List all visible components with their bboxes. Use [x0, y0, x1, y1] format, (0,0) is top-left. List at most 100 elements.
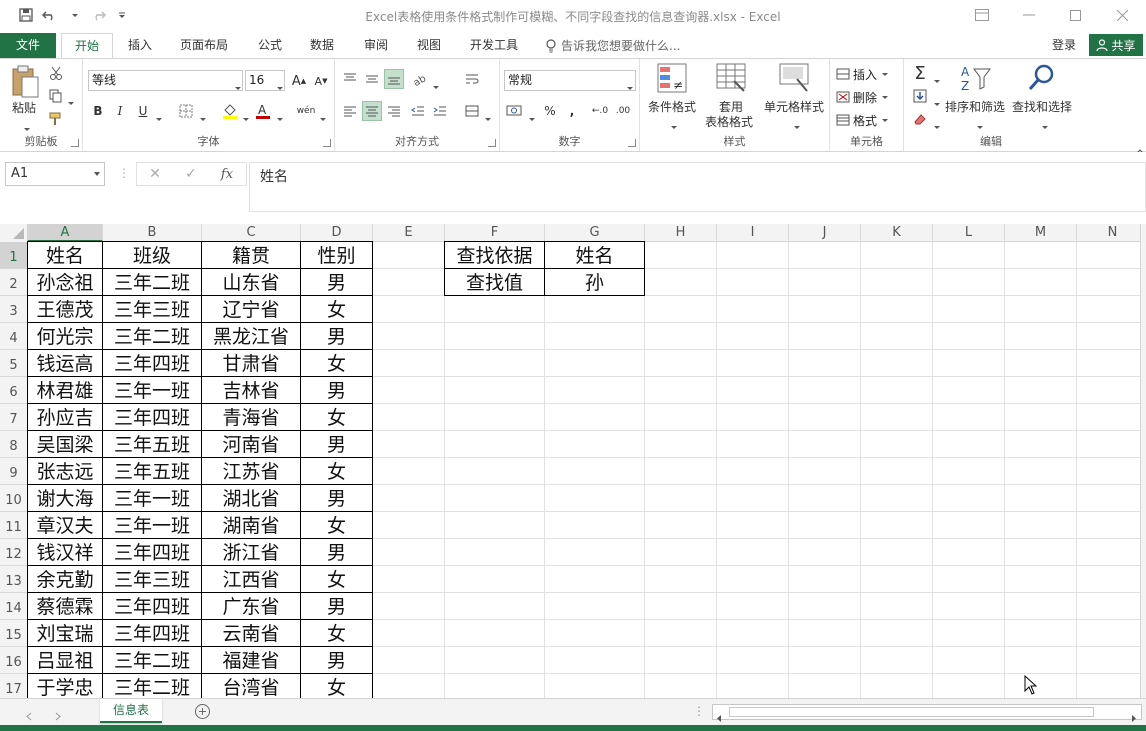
select-all-corner[interactable]: [0, 224, 28, 242]
font-launcher-icon[interactable]: [323, 139, 331, 147]
conditional-formatting-button[interactable]: ≠ 条件格式: [644, 63, 700, 129]
cell-b9[interactable]: 三年五班: [103, 458, 201, 484]
align-center-icon[interactable]: [362, 101, 382, 121]
horizontal-scrollbar[interactable]: [712, 704, 1142, 722]
cell-d13[interactable]: 女: [301, 566, 372, 592]
cell-a12[interactable]: 钱汉祥: [28, 539, 102, 565]
cell-b1[interactable]: 班级: [103, 242, 201, 268]
cell-c1[interactable]: 籍贯: [202, 242, 300, 268]
cell-c5[interactable]: 甘肃省: [202, 350, 300, 376]
cell-d9[interactable]: 女: [301, 458, 372, 484]
format-as-table-button[interactable]: 套用 表格格式: [705, 63, 756, 129]
italic-button[interactable]: I: [110, 101, 130, 121]
cell-b13[interactable]: 三年三班: [103, 566, 201, 592]
row-header-16[interactable]: 16: [0, 647, 28, 674]
cell-c7[interactable]: 青海省: [202, 404, 300, 430]
number-format-select[interactable]: 常规: [504, 70, 636, 91]
row-header-6[interactable]: 6: [0, 377, 28, 404]
vertical-scrollbar[interactable]: [1140, 224, 1146, 698]
tab-review[interactable]: 审阅: [354, 33, 398, 58]
clear-icon[interactable]: [910, 109, 930, 129]
tab-splitter-icon[interactable]: ⋮: [693, 704, 705, 718]
underline-button[interactable]: U: [133, 101, 153, 121]
row-header-13[interactable]: 13: [0, 566, 28, 593]
column-header-n[interactable]: N: [1077, 224, 1140, 242]
insert-cells-button[interactable]: 插入: [836, 64, 889, 84]
row-header-5[interactable]: 5: [0, 350, 28, 377]
column-header-a[interactable]: A: [28, 224, 103, 242]
row-header-3[interactable]: 3: [0, 296, 28, 323]
format-painter-icon[interactable]: [46, 109, 66, 129]
cell-b15[interactable]: 三年四班: [103, 620, 201, 646]
cell-a6[interactable]: 林君雄: [28, 377, 102, 403]
copy-icon[interactable]: [46, 86, 66, 106]
decrease-font-size-icon[interactable]: A ▼: [311, 71, 331, 91]
tab-page-layout[interactable]: 页面布局: [170, 33, 238, 58]
cell-d12[interactable]: 男: [301, 539, 372, 565]
cell-c15[interactable]: 云南省: [202, 620, 300, 646]
row-header-9[interactable]: 9: [0, 458, 28, 485]
cell-g2[interactable]: 孙: [545, 269, 644, 295]
cell-d14[interactable]: 男: [301, 593, 372, 619]
ribbon-display-options-icon[interactable]: [958, 0, 1005, 30]
orientation-icon[interactable]: ab: [411, 69, 431, 89]
sort-filter-button[interactable]: AZ 排序和筛选: [944, 63, 1008, 129]
cell-a7[interactable]: 孙应吉: [28, 404, 102, 430]
scroll-sheet-right-icon[interactable]: [55, 706, 61, 725]
cell-c3[interactable]: 辽宁省: [202, 296, 300, 322]
column-header-f[interactable]: F: [445, 224, 545, 242]
column-header-c[interactable]: C: [202, 224, 301, 242]
column-header-h[interactable]: H: [645, 224, 717, 242]
add-sheet-icon[interactable]: [194, 703, 211, 724]
align-right-icon[interactable]: [384, 101, 404, 121]
decrease-decimal-icon[interactable]: .00: [613, 101, 633, 121]
merge-center-icon[interactable]: [462, 101, 482, 121]
clipboard-launcher-icon[interactable]: [71, 139, 79, 147]
delete-cells-button[interactable]: 删除: [836, 87, 889, 107]
name-box[interactable]: A1: [5, 162, 105, 186]
row-header-8[interactable]: 8: [0, 431, 28, 458]
column-header-k[interactable]: K: [861, 224, 933, 242]
cell-b7[interactable]: 三年四班: [103, 404, 201, 430]
row-header-1[interactable]: 1: [0, 242, 28, 269]
column-header-i[interactable]: I: [717, 224, 789, 242]
align-left-icon[interactable]: [340, 101, 360, 121]
cell-c13[interactable]: 江西省: [202, 566, 300, 592]
cell-c16[interactable]: 福建省: [202, 647, 300, 673]
row-header-12[interactable]: 12: [0, 539, 28, 566]
cell-b17[interactable]: 三年二班: [103, 674, 201, 698]
autosum-icon[interactable]: Σ: [910, 63, 930, 84]
share-button[interactable]: 共享: [1089, 34, 1143, 56]
cell-c8[interactable]: 河南省: [202, 431, 300, 457]
align-top-icon[interactable]: [340, 69, 360, 89]
cell-g1[interactable]: 姓名: [545, 242, 644, 268]
cell-b2[interactable]: 三年二班: [103, 269, 201, 295]
column-header-j[interactable]: J: [789, 224, 861, 242]
cell-c14[interactable]: 广东省: [202, 593, 300, 619]
cut-icon[interactable]: [46, 63, 66, 83]
row-header-11[interactable]: 11: [0, 512, 28, 539]
row-header-14[interactable]: 14: [0, 593, 28, 620]
font-name-select[interactable]: 等线: [88, 70, 243, 91]
row-header-10[interactable]: 10: [0, 485, 28, 512]
percent-style-button[interactable]: %: [540, 101, 560, 121]
borders-icon[interactable]: [176, 101, 196, 121]
cell-c6[interactable]: 吉林省: [202, 377, 300, 403]
cell-d7[interactable]: 女: [301, 404, 372, 430]
font-color-icon[interactable]: A: [253, 101, 273, 121]
worksheet-grid[interactable]: ABCDEFGHIJKLMN 1 2 3 4 5 6 7 8 9 10 11 12 13 14 15 16 17…: [0, 224, 1140, 698]
cell-d2[interactable]: 男: [301, 269, 372, 295]
scroll-sheet-left-icon[interactable]: [26, 706, 32, 725]
cell-a9[interactable]: 张志远: [28, 458, 102, 484]
cell-c9[interactable]: 江苏省: [202, 458, 300, 484]
cell-d5[interactable]: 女: [301, 350, 372, 376]
decrease-indent-icon[interactable]: [408, 101, 428, 121]
tab-data[interactable]: 数据: [300, 33, 344, 58]
tab-view[interactable]: 视图: [407, 33, 451, 58]
cell-a16[interactable]: 吕显祖: [28, 647, 102, 673]
number-launcher-icon[interactable]: [628, 139, 636, 147]
cell-d3[interactable]: 女: [301, 296, 372, 322]
cell-d16[interactable]: 男: [301, 647, 372, 673]
login-link[interactable]: 登录: [1052, 33, 1076, 58]
cell-b5[interactable]: 三年四班: [103, 350, 201, 376]
